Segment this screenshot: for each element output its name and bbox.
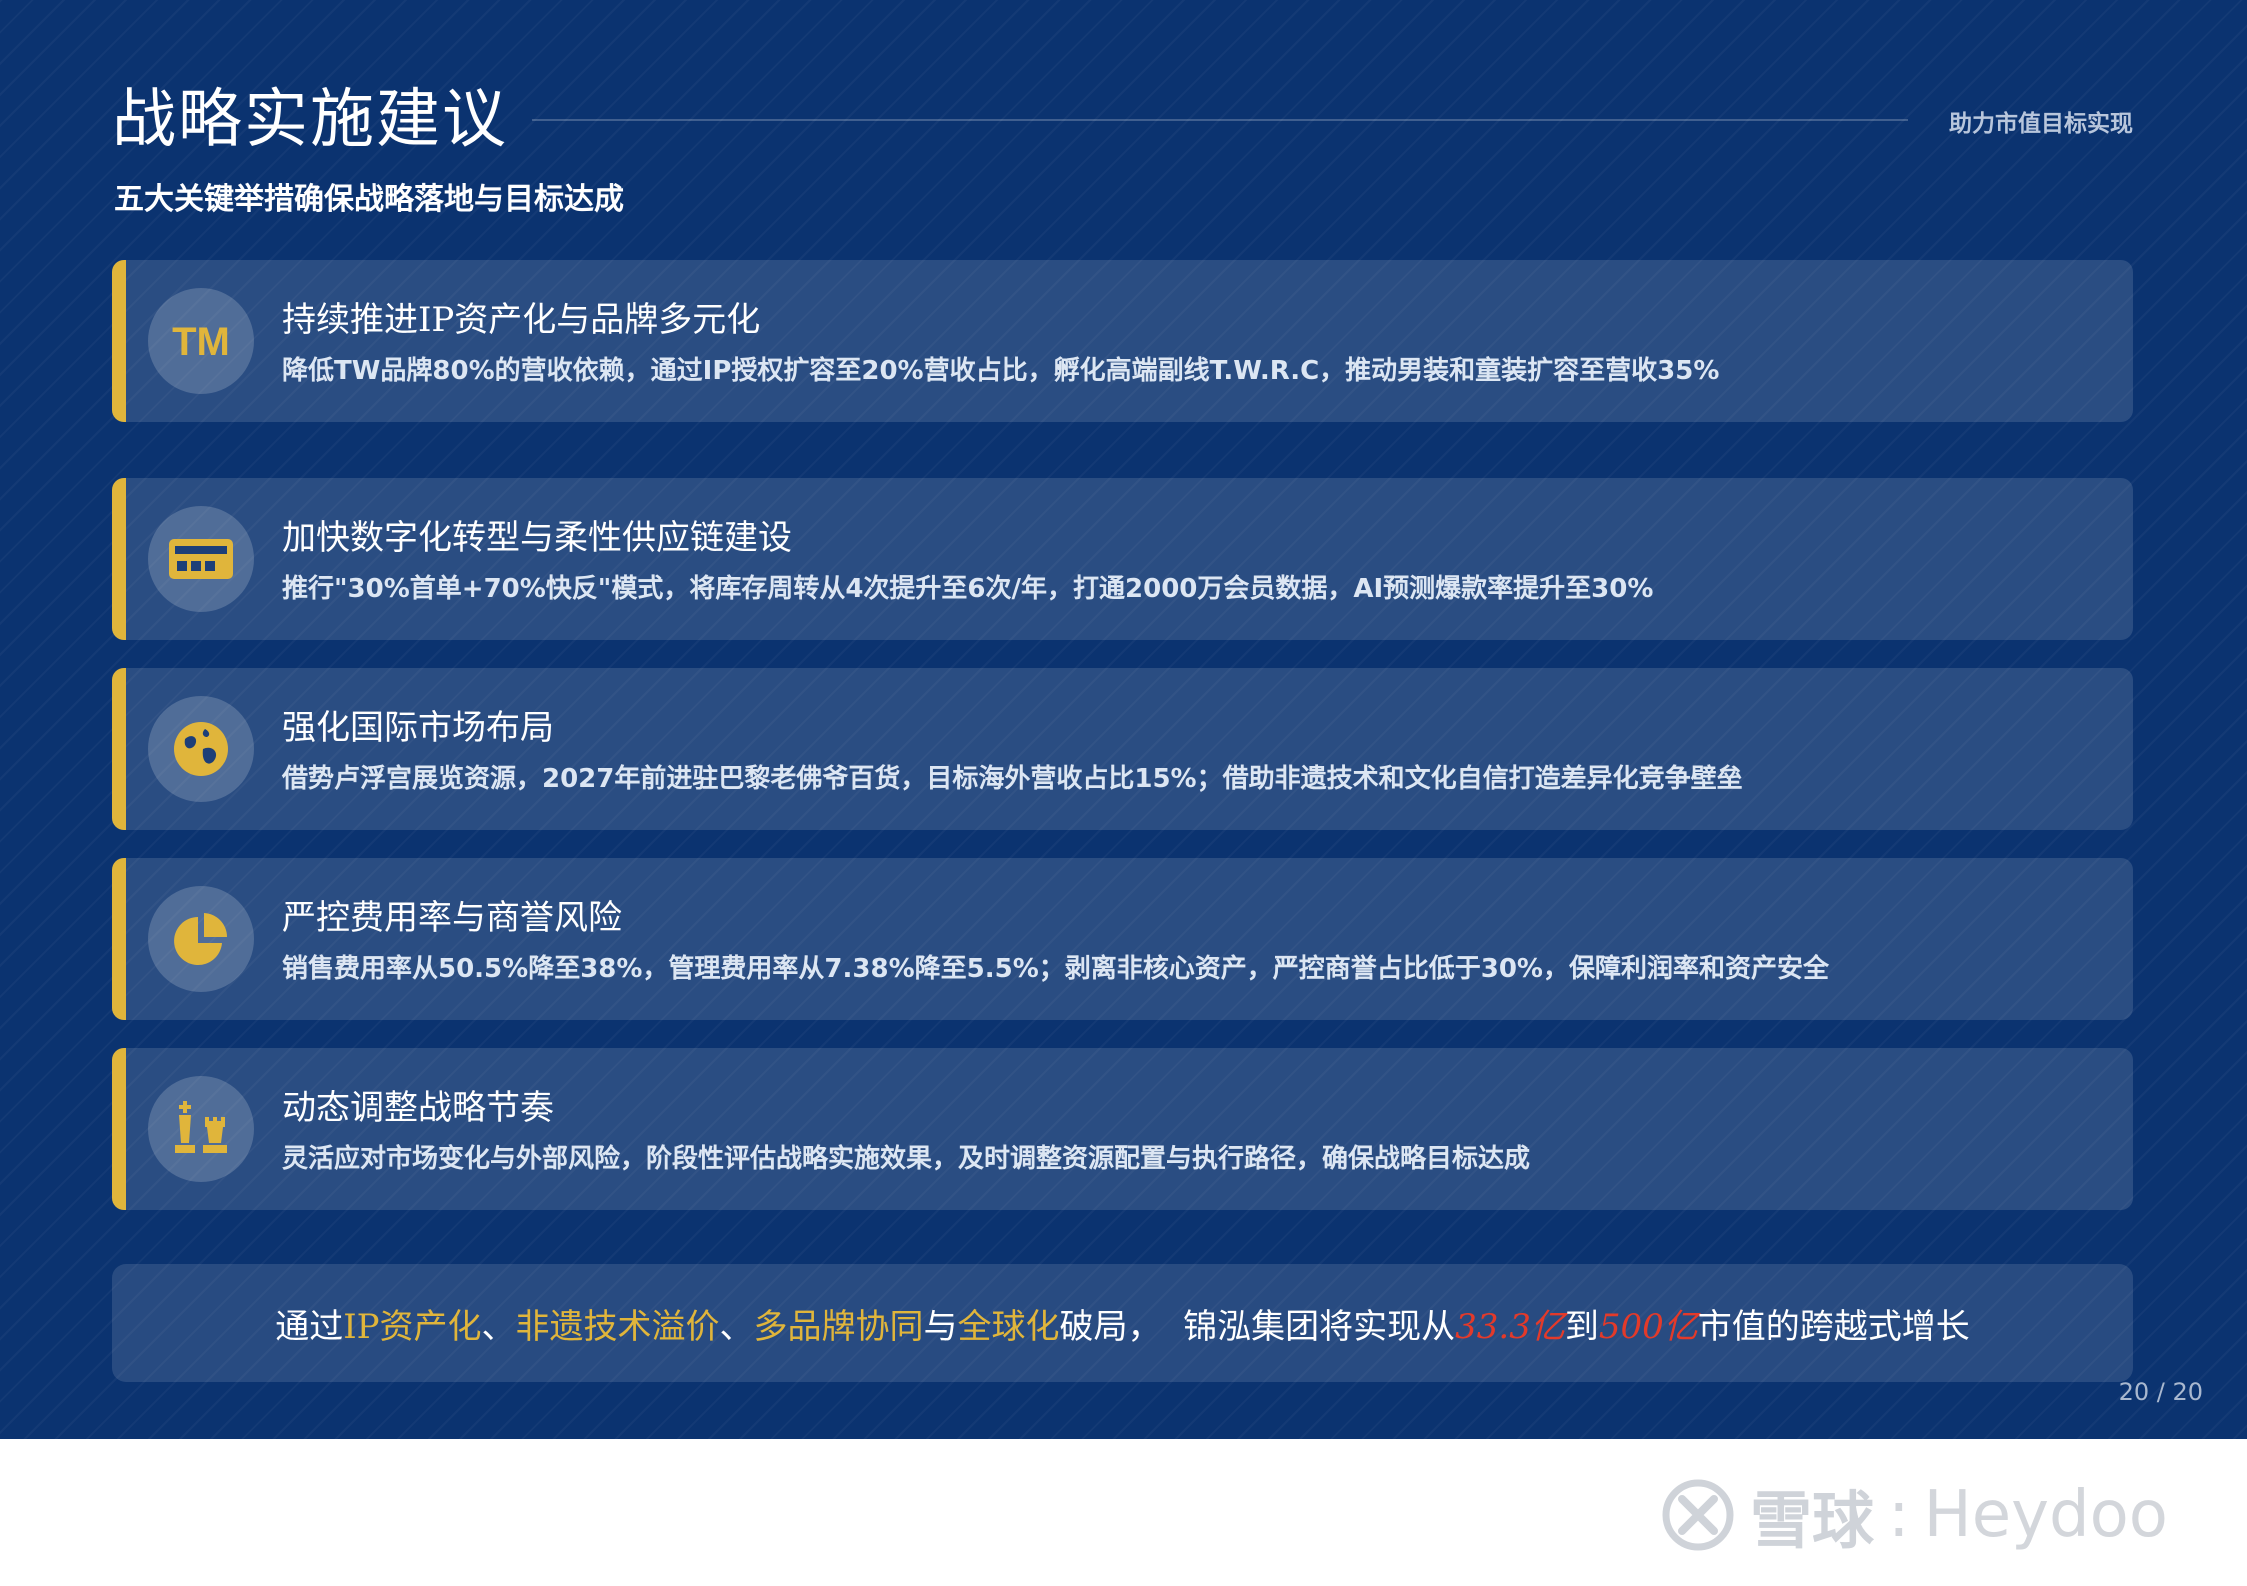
item-description: 推行"30%首单+70%快反"模式，将库存周转从4次提升至6次/年，打通2000… [282,574,1654,604]
watermark-separator: : [1888,1478,1910,1552]
summary-highlight: 多品牌协同 [753,1306,924,1347]
accent-bar [112,478,126,640]
summary-text: 通过 [275,1306,344,1347]
summary-highlight: 全球化 [957,1306,1060,1347]
strategy-item-ip-brand: TM 持续推进IP资产化与品牌多元化 降低TW品牌80%的营收依赖，通过IP授权… [112,260,2133,422]
item-title: 强化国际市场布局 [282,708,554,748]
item-title: 加快数字化转型与柔性供应链建设 [282,518,792,558]
summary-text: 与 [923,1306,958,1347]
summary-text: 、 [481,1306,516,1347]
card-chip-icon [148,506,254,612]
snowball-logo-icon [1662,1479,1734,1551]
accent-bar [112,1048,126,1210]
summary-value-target: 500亿 [1598,1306,1698,1347]
pie-chart-icon [148,886,254,992]
strategy-item-international: 强化国际市场布局 借势卢浮宫展览资源，2027年前进驻巴黎老佛爷百货，目标海外营… [112,668,2133,830]
page-title: 战略实施建议 [112,83,508,157]
page-subtitle: 五大关键举措确保战略落地与目标达成 [114,182,624,217]
summary-text: 、 [719,1306,754,1347]
item-description: 灵活应对市场变化与外部风险，阶段性评估战略实施效果，及时调整资源配置与执行路径，… [282,1144,1531,1174]
accent-bar [112,858,126,1020]
title-divider [532,119,1908,121]
watermark-brand: 雪球 [1750,1484,1875,1557]
watermark: 雪球 : Heydoo [1660,1470,2168,1560]
trademark-icon: TM [148,288,254,394]
strategy-item-dynamic-adjust: 动态调整战略节奏 灵活应对市场变化与外部风险，阶段性评估战略实施效果，及时调整资… [112,1048,2133,1210]
strategy-item-cost-control: 严控费用率与商誉风险 销售费用率从50.5%降至38%，管理费用率从7.38%降… [112,858,2133,1020]
strategy-item-digital-supply: 加快数字化转型与柔性供应链建设 推行"30%首单+70%快反"模式，将库存周转从… [112,478,2133,640]
slide: 战略实施建议 助力市值目标实现 五大关键举措确保战略落地与目标达成 TM 持续推… [0,0,2247,1439]
tagline: 助力市值目标实现 [1949,111,2133,137]
accent-bar [112,668,126,830]
summary-banner: 通过 IP资产化、非遗技术溢价、多品牌协同与全球化 破局， 锦泓集团将实现从 33.3… [112,1264,2133,1382]
item-title: 持续推进IP资产化与品牌多元化 [282,300,761,340]
item-description: 借势卢浮宫展览资源，2027年前进驻巴黎老佛爷百货，目标海外营收占比15%；借助… [282,764,1743,794]
item-title: 动态调整战略节奏 [282,1088,554,1128]
summary-text: 到 [1564,1306,1599,1347]
watermark-author: Heydoo [1923,1478,2168,1552]
summary-text: 破局， 锦泓集团将实现从 [1059,1306,1456,1347]
summary-text: 市值的跨越式增长 [1697,1306,1970,1347]
globe-icon [148,696,254,802]
summary-highlight: 非遗技术溢价 [515,1306,720,1347]
item-description: 降低TW品牌80%的营收依赖，通过IP授权扩容至20%营收占比，孵化高端副线T.… [282,356,1720,386]
chess-icon [148,1076,254,1182]
summary-value-start: 33.3亿 [1455,1306,1565,1347]
item-title: 严控费用率与商誉风险 [282,898,622,938]
page-number: 20 / 20 [2118,1378,2203,1406]
accent-bar [112,260,126,422]
item-description: 销售费用率从50.5%降至38%，管理费用率从7.38%降至5.5%；剥离非核心… [282,954,1829,984]
svg-text:TM: TM [172,320,230,364]
summary-highlight: IP资产化 [343,1306,482,1347]
